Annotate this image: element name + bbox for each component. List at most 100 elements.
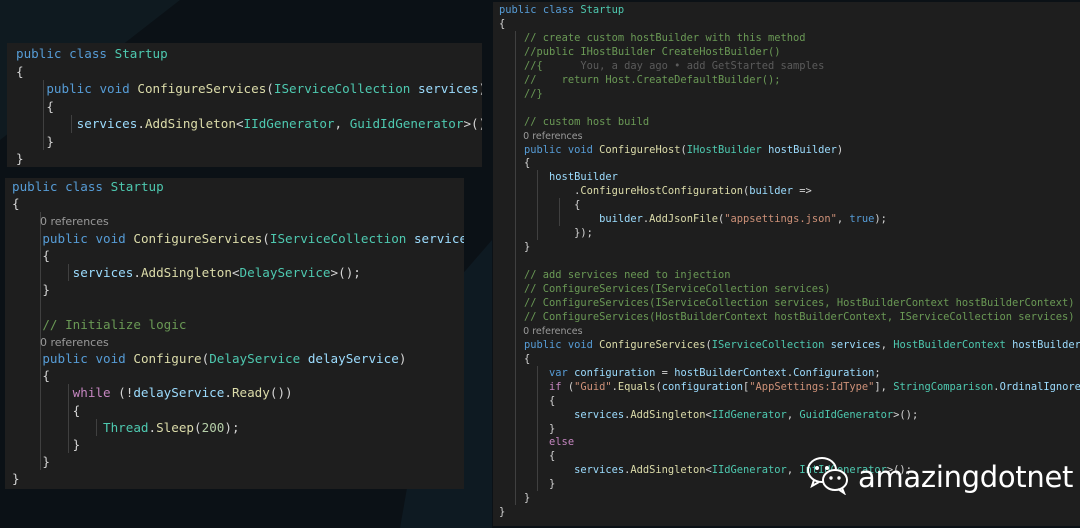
code-token: void [95,230,126,246]
code-token: class [65,179,104,194]
code-panel-left: public class Startup { 0 references publi… [5,178,464,489]
code-line: { [12,195,20,213]
code-token: //public IHostBuilder CreateHostBuilder(… [524,45,781,58]
code-token: } [12,437,81,452]
code-token: GuidIdGenerator [799,408,894,421]
code-token: ( [262,230,270,246]
code-line: Thread.Sleep(200); [12,419,240,437]
code-token: { [499,199,581,212]
code-token: Startup [110,179,164,194]
code-token: if [549,380,562,393]
code-token: ConfigureServices [133,230,263,246]
code-token: //{ [524,59,543,72]
codelens-references[interactable]: 0 references [499,326,582,337]
code-token: >(); [330,265,361,280]
codelens-references[interactable]: 0 references [12,336,109,349]
code-token: hostBuilderContext [1012,338,1080,351]
code-token: < [231,265,240,280]
code-line: hostBuilder [499,170,618,184]
watermark-text: amazingdotnet [858,460,1074,494]
code-token: Startup [580,4,625,16]
code-token: Thread [103,419,149,435]
code-token: Equals [617,380,656,393]
code-token: 200 [201,419,225,435]
code-line: } [16,133,54,151]
code-token: while [72,385,111,401]
code-token: ()) [269,385,293,401]
code-line: { [12,247,50,265]
code-token: } [16,133,54,149]
code-token: , [786,464,800,477]
code-token: ConfigureServices [599,338,706,351]
code-token: GuidIdGenerator [349,116,464,131]
code-line: } [12,453,50,471]
code-token: } [499,506,506,519]
code-token: else [549,436,575,449]
code-line: var configuration = hostBuilderContext.C… [499,366,881,380]
code-line: } [499,491,530,505]
code-token: AddSingleton [630,408,706,421]
wechat-icon [806,455,850,499]
watermark: amazingdotnet [806,457,1073,497]
code-line: // Initialize logic [12,316,186,334]
code-line: public void ConfigureServices(IServiceCo… [16,80,482,98]
code-token: ); [874,213,887,226]
code-token: IIdGenerator [711,408,787,421]
code-line: 0 references [499,324,582,338]
code-line: while (!delayService.Ready()) [12,384,293,402]
code-line: { [499,198,580,212]
code-token: services [72,265,134,280]
code-token: ) [479,81,482,96]
code-token: }); [499,227,593,240]
code-token: { [499,352,531,365]
code-token: ( [561,380,575,393]
code-token: Configuration [793,366,875,379]
code-line: else [499,435,574,449]
code-line: public void Configure(DelayService delay… [12,350,406,368]
code-line: 0 references [499,129,582,143]
code-token: (! [110,385,134,401]
code-token: { [12,368,50,384]
code-token: public [42,230,88,246]
code-token: => [793,185,812,198]
code-token: AddSingleton [140,265,232,280]
code-line: { [499,352,530,366]
codelens-references[interactable]: 0 references [12,215,109,228]
code-token: ; [874,366,881,379]
code-line: }); [499,226,593,240]
code-line: //{ You, a day ago • add GetStarted samp… [499,59,824,73]
codelens-references[interactable]: 0 references [499,131,582,142]
code-line: // ConfigureServices(HostBuilderContext … [499,310,1075,324]
code-line: //public IHostBuilder CreateHostBuilder(… [499,45,781,59]
code-token: ( [266,81,274,96]
code-line: } [16,150,24,167]
code-token: class [542,4,575,16]
code-token: . [148,419,157,435]
code-line: } [12,470,20,488]
git-blame-hint: You, a day ago • add GetStarted samples [542,59,825,72]
code-token: . [224,385,232,401]
code-line: builder.AddJsonFile("appsettings.json", … [499,212,887,226]
code-line: public void ConfigureHost(IHostBuilder h… [499,143,843,157]
code-line: } [499,422,555,436]
code-token: hostBuilder [549,171,618,184]
code-line: { [499,449,555,463]
code-line: public void ConfigureServices(IServiceCo… [12,230,464,248]
code-token: hostBuilder [768,143,837,156]
code-token: } [499,478,556,491]
code-token: StringComparison [893,380,994,393]
code-token: void [567,338,593,351]
